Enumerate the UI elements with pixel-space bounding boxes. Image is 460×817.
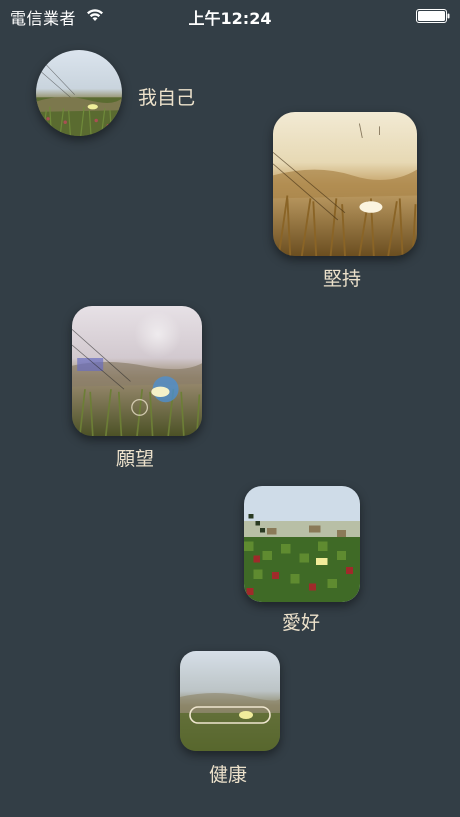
battery-icon [416,9,450,23]
wish-label: 願望 [116,448,155,470]
health-label: 健康 [209,764,248,786]
status-time: 上午12:24 [188,9,272,28]
health-photo-thumbnail[interactable] [180,651,280,751]
hobby-photo-thumbnail[interactable] [244,486,360,602]
wish-photo-thumbnail[interactable] [72,306,202,436]
persist-label: 堅持 [323,268,362,290]
self-photo-thumbnail[interactable] [36,50,122,136]
persist-photo-thumbnail[interactable] [273,112,417,256]
status-bar: 電信業者 上午12:24 [0,0,460,30]
hobby-label: 愛好 [282,612,321,634]
self-label: 我自己 [138,87,196,109]
